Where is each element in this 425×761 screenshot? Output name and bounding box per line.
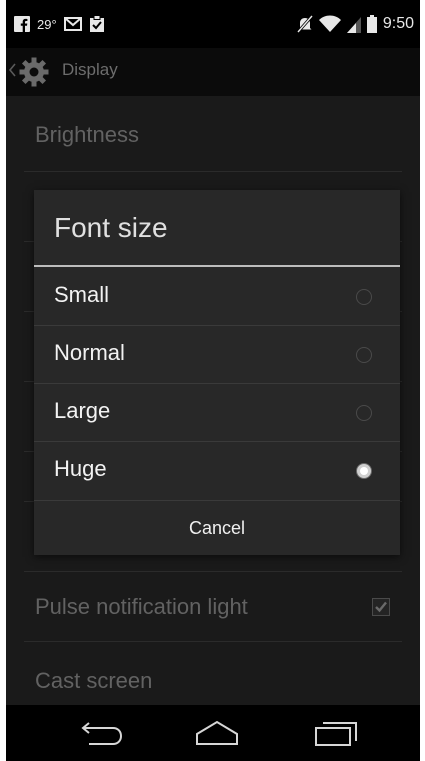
status-bar: 29° 9:50 [6,0,420,48]
clock: 9:50 [382,15,414,32]
settings-gear-icon[interactable] [18,56,50,88]
home-icon[interactable] [194,719,240,747]
setting-brightness[interactable]: Brightness [6,96,420,166]
option-label: Huge [54,456,107,481]
status-bar-notifications: 29° [14,14,105,34]
mute-icon [296,15,313,33]
radio-button[interactable] [356,347,372,363]
setting-label: Cast screen [35,668,153,693]
radio-button[interactable] [356,405,372,421]
navigation-bar [6,705,420,761]
up-caret-icon[interactable] [8,63,16,77]
font-size-dialog: Font size Small Normal Large Huge Cancel [34,190,400,555]
weather-temperature: 29° [37,16,57,32]
screen-title: Display [62,60,118,79]
setting-label: Brightness [35,122,139,147]
back-icon[interactable] [79,719,125,747]
setting-cast-screen[interactable]: Cast screen [6,642,420,712]
font-size-option-normal[interactable]: Normal [34,326,400,384]
option-label: Large [54,398,111,423]
font-size-option-large[interactable]: Large [34,384,400,442]
facebook-icon [14,16,30,32]
pulse-notification-checkbox[interactable] [372,598,390,616]
radio-button-selected[interactable] [356,463,372,479]
phone-screen: 29° 9:50 Display Brightness Pulse notifi… [6,0,420,761]
gmail-icon [63,17,82,31]
signal-icon [346,15,361,33]
battery-icon [366,15,377,33]
wifi-icon [318,15,341,33]
cancel-button[interactable]: Cancel [34,500,400,555]
dialog-title-divider [34,265,400,267]
option-label: Normal [54,340,125,365]
dialog-title: Font size [54,212,168,243]
setting-label: Pulse notification light [35,594,248,619]
action-bar: Display [6,48,420,96]
font-size-option-huge[interactable]: Huge [34,442,400,500]
option-label: Small [54,282,110,307]
status-bar-system: 9:50 [296,14,414,34]
clipboard-icon [89,15,105,33]
setting-pulse-notification-light[interactable]: Pulse notification light [6,572,420,642]
list-divider [24,171,402,172]
radio-button[interactable] [356,289,372,305]
recent-apps-icon[interactable] [313,719,359,747]
font-size-option-small[interactable]: Small [34,268,400,326]
